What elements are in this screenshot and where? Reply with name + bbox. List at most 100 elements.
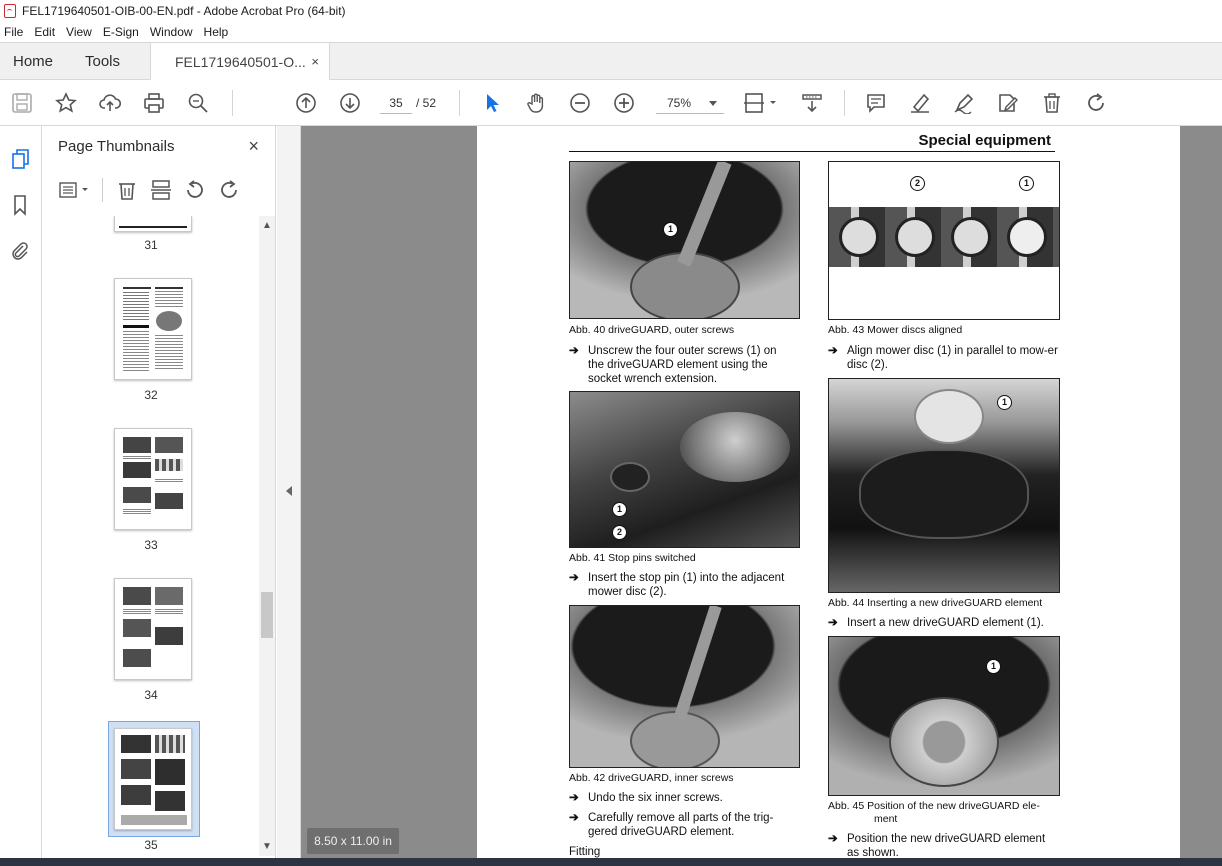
thumbnail-page-number: 35 (144, 838, 158, 852)
tab-bar: Home Tools FEL1719640501-O... × (0, 42, 1222, 81)
pdf-app-icon (4, 4, 16, 18)
thumbnail-page[interactable] (114, 216, 192, 232)
figure-caption-continued: ment (874, 813, 898, 825)
figure-caption: Abb. 42 driveGUARD, inner screws (569, 772, 734, 784)
delete-pages-icon[interactable] (116, 179, 138, 204)
taskbar-strip (0, 858, 1222, 866)
instruction-text: Align mower disc (1) in parallel to mow-… (847, 345, 1058, 371)
close-icon[interactable]: × (248, 136, 259, 157)
page-total: / 52 (416, 96, 437, 110)
sign-pen-icon[interactable] (952, 91, 976, 115)
page-thumbnails-icon[interactable] (9, 148, 31, 170)
scroll-mode-icon[interactable] (800, 91, 824, 115)
subsection-heading: Fitting (569, 846, 601, 858)
menu-window[interactable]: Window (150, 25, 193, 39)
panel-splitter[interactable] (277, 126, 301, 866)
toolbar-separator (232, 90, 233, 116)
menu-help[interactable]: Help (204, 25, 229, 39)
delete-trash-icon[interactable] (1040, 91, 1064, 115)
arrow-right-icon: ➔ (828, 833, 838, 845)
callout-marker: 1 (612, 502, 627, 517)
scrollbar-thumb[interactable] (261, 592, 273, 638)
extract-pages-icon[interactable] (150, 179, 172, 204)
callout-marker: 2 (612, 525, 627, 540)
tab-home[interactable]: Home (13, 43, 53, 80)
instruction-step: ➔ Align mower disc (1) in parallel to mo… (828, 344, 1058, 372)
figure-caption: Abb. 43 Mower discs aligned (828, 324, 963, 336)
figure-photo-44: 1 (828, 378, 1060, 593)
next-page-icon[interactable] (338, 91, 362, 115)
toolbar-separator (459, 90, 460, 116)
thumbnail-options-icon[interactable] (58, 180, 92, 203)
document-viewport[interactable]: Special equipment 1 Abb. 40 driveGUARD, … (277, 126, 1222, 866)
arrow-right-icon: ➔ (569, 345, 579, 357)
figure-photo-42 (569, 605, 800, 768)
tab-document[interactable]: FEL1719640501-O... × (150, 43, 330, 81)
comment-icon[interactable] (864, 91, 888, 115)
tab-tools[interactable]: Tools (85, 43, 120, 80)
upload-cloud-icon[interactable] (98, 91, 122, 115)
arrow-right-icon: ➔ (569, 792, 579, 804)
callout-marker: 1 (986, 659, 1001, 674)
bookmark-star-icon[interactable] (54, 91, 78, 115)
arrow-right-icon: ➔ (569, 572, 579, 584)
zoom-out-icon[interactable] (568, 91, 592, 115)
thumbnail-page[interactable] (114, 428, 192, 530)
thumbnails-panel: Page Thumbnails × 31 32 33 34 35 ▲ ▼ (42, 126, 276, 866)
tab-close-icon[interactable]: × (311, 54, 319, 69)
thumbnail-page[interactable] (114, 578, 192, 680)
highlight-pen-icon[interactable] (908, 91, 932, 115)
zoom-search-icon[interactable] (186, 91, 210, 115)
menu-view[interactable]: View (66, 25, 92, 39)
figure-caption: Abb. 44 Inserting a new driveGUARD eleme… (828, 597, 1043, 609)
previous-page-icon[interactable] (294, 91, 318, 115)
page-header: Special equipment (569, 130, 1055, 152)
zoom-level-value: 75% (667, 96, 692, 110)
figure-photo-45: 1 (828, 636, 1060, 796)
thumbnail-page-selected[interactable] (114, 728, 192, 830)
menu-edit[interactable]: Edit (34, 25, 55, 39)
figure-photo-41: 1 2 (569, 391, 800, 548)
instruction-step: ➔ Position the new driveGUARD element as… (828, 832, 1058, 860)
attachments-paperclip-icon[interactable] (9, 240, 31, 262)
scroll-down-arrow-icon[interactable]: ▼ (262, 841, 272, 852)
figure-caption: Abb. 41 Stop pins switched (569, 552, 696, 564)
menu-bar: File Edit View E-Sign Window Help (0, 22, 1222, 42)
figure-photo-43: 2 1 (828, 161, 1060, 320)
menu-file[interactable]: File (4, 25, 23, 39)
section-heading: Special equipment (918, 132, 1051, 149)
thumbnail-page-number: 33 (144, 538, 158, 552)
thumbnails-toolbar (56, 178, 256, 202)
zoom-in-icon[interactable] (612, 91, 636, 115)
bookmarks-icon[interactable] (9, 194, 31, 216)
edit-pdf-icon[interactable] (996, 91, 1020, 115)
rotate-left-icon[interactable] (184, 179, 206, 204)
collapse-panel-icon[interactable] (286, 486, 292, 496)
instruction-step: ➔ Insert the stop pin (1) into the adjac… (569, 571, 795, 599)
save-icon[interactable] (10, 91, 34, 115)
chevron-down-icon (709, 101, 717, 106)
thumbnails-scrollbar[interactable]: ▲ ▼ (259, 216, 275, 856)
arrow-right-icon: ➔ (828, 345, 838, 357)
scroll-up-arrow-icon[interactable]: ▲ (262, 220, 272, 231)
arrow-right-icon: ➔ (569, 812, 579, 824)
instruction-step: ➔ Carefully remove all parts of the trig… (569, 811, 795, 839)
toolbar-separator (844, 90, 845, 116)
instruction-text: Carefully remove all parts of the trig-g… (588, 812, 774, 838)
rotate-right-icon[interactable] (218, 179, 240, 204)
window-title: FEL1719640501-OIB-00-EN.pdf - Adobe Acro… (22, 4, 346, 18)
instruction-text: Position the new driveGUARD element as s… (847, 833, 1046, 859)
select-arrow-icon[interactable] (480, 91, 504, 115)
arrow-right-icon: ➔ (828, 617, 838, 629)
rotate-icon[interactable] (1084, 91, 1108, 115)
instruction-step: ➔ Insert a new driveGUARD element (1). (828, 616, 1058, 630)
thumbnail-page-number: 34 (144, 688, 158, 702)
fit-page-icon[interactable] (744, 91, 778, 115)
thumbnail-page[interactable] (114, 278, 192, 380)
menu-esign[interactable]: E-Sign (103, 25, 139, 39)
page-number-input[interactable]: 35 (380, 92, 412, 114)
print-icon[interactable] (142, 91, 166, 115)
instruction-text: Insert the stop pin (1) into the adjacen… (588, 572, 785, 598)
zoom-level-select[interactable]: 75% (656, 92, 724, 114)
hand-tool-icon[interactable] (524, 91, 548, 115)
